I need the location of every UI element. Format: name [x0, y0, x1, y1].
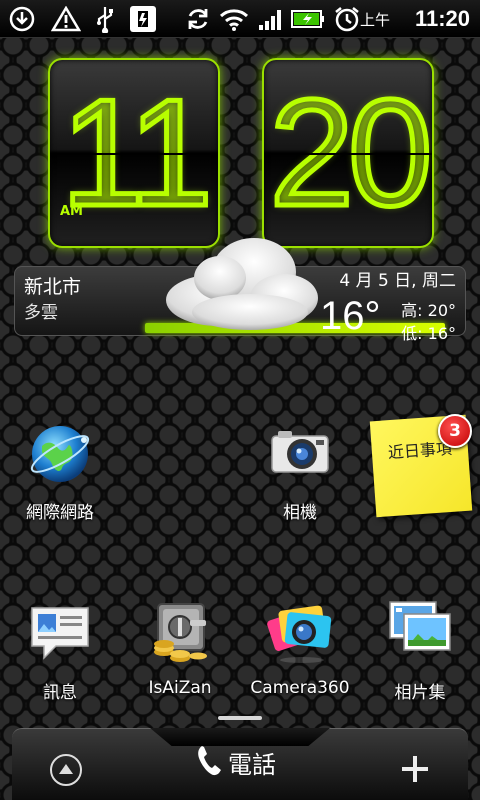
- weather-temperature: 16°: [320, 294, 381, 338]
- app-messages-label: 訊息: [43, 683, 77, 703]
- clock-minute: 20: [267, 66, 432, 241]
- status-ampm: 上午: [359, 11, 390, 29]
- app-gallery-label: 相片集: [394, 683, 446, 703]
- arrow-up-icon: [57, 761, 75, 780]
- camera-icon: [266, 420, 334, 488]
- phone-label: 電話: [228, 750, 276, 779]
- weather-date: 4 月 5 日, 周二: [339, 271, 456, 291]
- plus-icon: [400, 748, 430, 794]
- app-camera-label: 相機: [283, 503, 317, 523]
- weather-low: 低: 16°: [401, 324, 456, 343]
- signal-icon: [256, 5, 286, 33]
- app-camera[interactable]: 相機: [240, 420, 360, 550]
- app-internet-label: 網際網路: [26, 503, 94, 523]
- usb-icon: [92, 5, 118, 33]
- add-widget-button[interactable]: [398, 754, 432, 788]
- app-gallery[interactable]: 相片集: [360, 600, 480, 730]
- battery-charging-icon: [290, 5, 326, 33]
- camera360-icon: [266, 600, 334, 668]
- app-isaizan[interactable]: IsAiZan: [120, 600, 240, 730]
- page-indicator: [218, 716, 262, 720]
- status-time: 11:20: [414, 6, 470, 31]
- weather-condition: 多雲: [24, 303, 58, 323]
- safe-coins-icon: [146, 600, 214, 668]
- weather-city: 新北市: [24, 276, 82, 298]
- app-camera360[interactable]: Camera360: [240, 600, 360, 730]
- gallery-icon: [386, 600, 454, 668]
- clock-hour-panel: 11 AM: [48, 58, 220, 248]
- phone-icon: [196, 744, 224, 780]
- app-camera360-label: Camera360: [250, 678, 350, 698]
- message-icon: [26, 600, 94, 668]
- wifi-icon: [218, 5, 250, 33]
- all-apps-button[interactable]: [50, 754, 82, 786]
- download-icon: [8, 5, 36, 33]
- weather-high: 高: 20°: [401, 301, 456, 320]
- debug-icon: [128, 5, 158, 33]
- alarm-icon: [332, 5, 362, 33]
- app-internet[interactable]: 網際網路: [0, 420, 120, 550]
- status-bar[interactable]: 上午 11:20: [0, 0, 480, 38]
- notes-badge: 3: [438, 414, 472, 448]
- warning-icon: [50, 5, 82, 33]
- app-isaizan-label: IsAiZan: [148, 678, 212, 698]
- clock-ampm: AM: [60, 204, 83, 219]
- sync-icon: [184, 5, 212, 33]
- globe-icon: [26, 420, 94, 488]
- clock-minute-panel: 20: [262, 58, 434, 248]
- app-messages[interactable]: 訊息: [0, 600, 120, 730]
- cloud-icon: [158, 228, 324, 336]
- phone-button[interactable]: 電話: [196, 742, 276, 782]
